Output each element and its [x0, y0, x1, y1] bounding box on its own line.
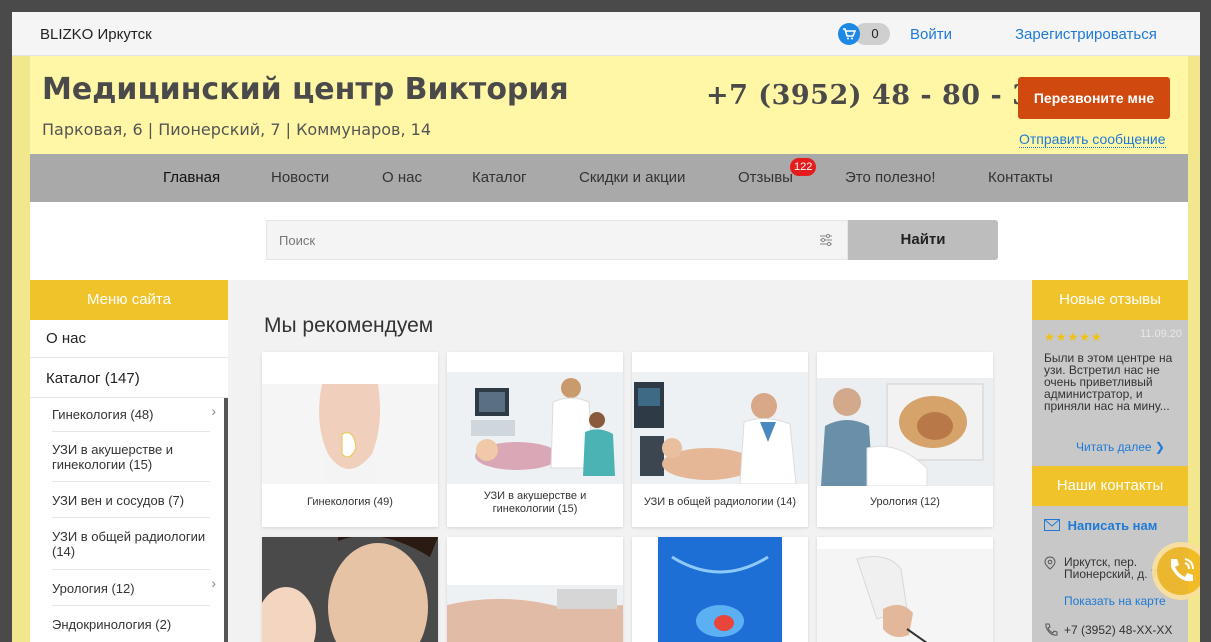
category-card-urology[interactable]: Урология (12) — [817, 352, 993, 527]
site-address: Парковая, 6 | Пионерский, 7 | Коммунаров… — [42, 120, 431, 139]
nav-item-home[interactable]: Главная — [163, 169, 220, 186]
main-content: Мы рекомендуем Гинекология (49) УЗИ в ак… — [228, 280, 1032, 642]
submenu-item-urology[interactable]: Урология (12) › — [52, 570, 216, 606]
contact-phone-text: +7 (3952) 48-XX-XX — [1064, 623, 1173, 637]
menu-item-catalog[interactable]: Каталог (147) — [30, 360, 228, 398]
category-card-endocrinology[interactable] — [262, 537, 438, 642]
cart-button[interactable]: 0 — [838, 23, 890, 45]
cart-icon — [838, 23, 860, 45]
filter-icon[interactable] — [818, 232, 834, 248]
chevron-right-icon: › — [211, 403, 216, 419]
write-us-link[interactable]: Написать нам — [1044, 518, 1157, 533]
nav-item-contacts[interactable]: Контакты — [988, 169, 1053, 186]
submenu-item-uzi-obstetrics[interactable]: УЗИ в акушерстве и гинекологии (15) — [52, 432, 210, 482]
card-caption: Урология (12) — [870, 496, 940, 508]
chevron-right-icon: › — [211, 575, 216, 591]
new-reviews-header: Новые отзывы — [1032, 280, 1188, 320]
endocrinology-image — [262, 537, 438, 642]
urology-image — [817, 378, 993, 486]
category-card-uzi-obstetrics[interactable]: УЗИ в акушерстве и гинекологии (15) — [447, 352, 623, 527]
phone-icon — [1045, 623, 1058, 636]
search-section: Найти — [30, 202, 1188, 280]
site-menu-header: Меню сайта — [30, 280, 228, 320]
submenu-item-label: Урология (12) — [52, 581, 135, 596]
callback-button[interactable]: Перезвоните мне — [1018, 77, 1170, 119]
show-on-map-link[interactable]: Показать на карте — [1064, 594, 1166, 608]
write-us-label: Написать нам — [1067, 518, 1158, 533]
our-contacts-header: Наши контакты — [1032, 466, 1188, 506]
rating-stars: ★★★★★ — [1044, 330, 1103, 344]
main-nav: Главная Новости О нас Каталог Скидки и а… — [30, 154, 1188, 202]
category-card-other-3[interactable] — [817, 537, 993, 642]
gynecology-image — [262, 384, 438, 484]
login-link[interactable]: Войти — [910, 26, 952, 43]
ultrasound-obstetrics-image — [447, 372, 623, 484]
menu-item-about[interactable]: О нас — [30, 320, 228, 358]
review-date: 11.09.20 — [1139, 328, 1182, 340]
browser-viewport: BLIZKO Иркутск 0 Войти Зарегистрироватьс… — [12, 12, 1200, 642]
call-widget-button[interactable] — [1152, 542, 1200, 600]
nav-item-about[interactable]: О нас — [382, 169, 422, 186]
nav-item-reviews[interactable]: Отзывы — [738, 169, 793, 186]
top-bar: BLIZKO Иркутск 0 Войти Зарегистрироватьс… — [12, 12, 1200, 56]
card-caption: Гинекология (49) — [307, 496, 393, 508]
contact-phone: +7 (3952) 48-XX-XX — [1044, 623, 1172, 637]
search-box — [266, 220, 848, 260]
site-header: Медицинский центр Виктория Парковая, 6 |… — [30, 56, 1188, 154]
kidney-xray-image — [632, 537, 808, 642]
phone-call-icon — [1171, 558, 1194, 582]
nav-item-news[interactable]: Новости — [271, 169, 329, 186]
reviews-count-badge: 122 — [790, 158, 817, 176]
submenu-item-label: Гинекология (48) — [52, 407, 154, 422]
location-pin-icon — [1044, 556, 1056, 570]
send-message-link[interactable]: Отправить сообщение — [1019, 131, 1166, 148]
register-link[interactable]: Зарегистрироваться — [1015, 26, 1157, 43]
review-text: Были в этом центре на узи. Встретил нас … — [1044, 351, 1173, 413]
mail-icon — [1044, 519, 1060, 531]
card-caption: УЗИ в общей радиологии (14) — [643, 496, 797, 508]
read-more-link[interactable]: Читать далее ❯ — [1076, 440, 1165, 454]
catalog-submenu: Гинекология (48) › УЗИ в акушерстве и ги… — [30, 398, 228, 642]
nav-item-catalog[interactable]: Каталог — [472, 169, 527, 186]
submenu-item-uzi-veins[interactable]: УЗИ вен и сосудов (7) — [52, 482, 210, 518]
ultrasound-radiology-image — [632, 372, 808, 484]
category-card-uzi-radiology[interactable]: УЗИ в общей радиологии (14) — [632, 352, 808, 527]
submenu-item-uzi-radiology[interactable]: УЗИ в общей радиологии (14) — [52, 518, 210, 570]
nav-item-useful[interactable]: Это полезно! — [845, 169, 936, 186]
section-title: Мы рекомендуем — [264, 314, 434, 337]
site-title[interactable]: Медицинский центр Виктория — [42, 72, 569, 107]
review-item: ★★★★★ 11.09.20 Были в этом центре на узи… — [1044, 328, 1182, 412]
header-phone[interactable]: +7 (3952) 48 - 80 - 38 — [706, 80, 1051, 111]
category-card-other-1[interactable] — [447, 537, 623, 642]
submenu-item-endocrinology[interactable]: Эндокринология (2) — [52, 606, 210, 642]
search-button[interactable]: Найти — [848, 220, 998, 260]
procedure-image — [817, 549, 993, 642]
submenu-item-gynecology[interactable]: Гинекология (48) › — [52, 398, 216, 432]
category-card-gynecology[interactable]: Гинекология (49) — [262, 352, 438, 527]
nav-item-discounts[interactable]: Скидки и акции — [579, 169, 685, 186]
ultrasound-exam-image — [447, 585, 623, 642]
city-link[interactable]: BLIZKO Иркутск — [40, 26, 152, 43]
search-input[interactable] — [267, 221, 807, 259]
category-card-other-2[interactable] — [632, 537, 808, 642]
content-area: Меню сайта О нас Каталог (147) Гинеколог… — [30, 280, 1188, 642]
site-menu: Меню сайта О нас Каталог (147) Гинеколог… — [30, 280, 228, 642]
contact-address-text: Иркутск, пер. Пионерский, д. 7 — [1064, 555, 1158, 581]
card-caption: УЗИ в акушерстве и гинекологии (15) — [483, 490, 587, 515]
